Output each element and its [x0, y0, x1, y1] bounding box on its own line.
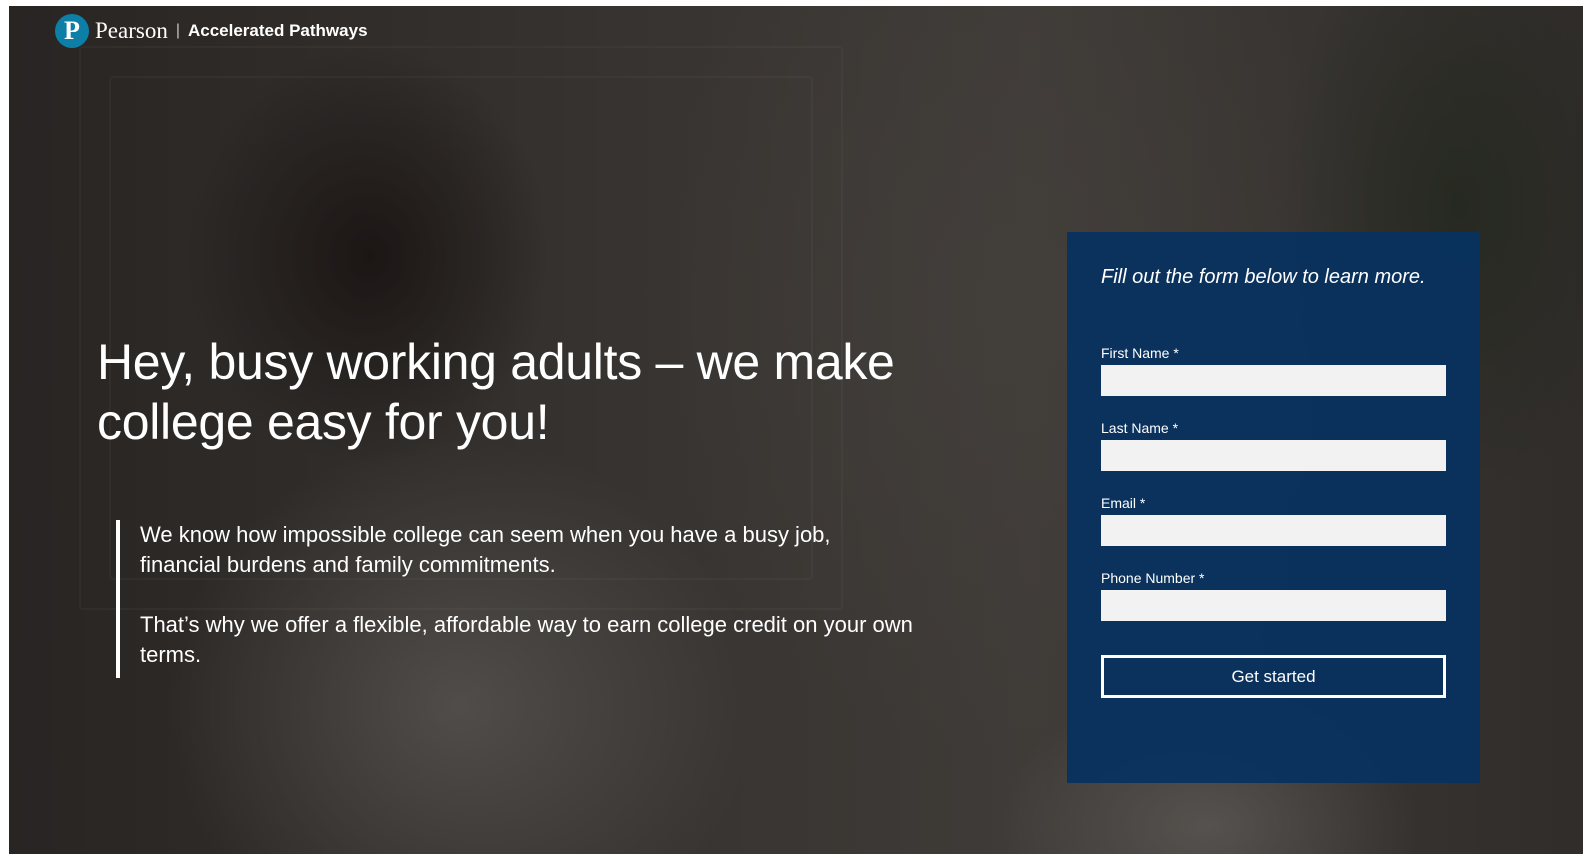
lead-form-panel: Fill out the form below to learn more. F…	[1067, 232, 1480, 783]
landing-page: P Pearson | Accelerated Pathways Hey, bu…	[9, 6, 1583, 854]
phone-label: Phone Number *	[1101, 570, 1205, 586]
get-started-button[interactable]: Get started	[1101, 655, 1446, 698]
pearson-p-icon: P	[55, 14, 89, 48]
hero-paragraph-1: We know how impossible college can seem …	[140, 522, 831, 577]
brand-separator: |	[175, 22, 180, 39]
hero-paragraph-2: That’s why we offer a flexible, affordab…	[140, 612, 913, 667]
phone-field-group: Phone Number *	[1101, 570, 1446, 621]
last-name-label: Last Name *	[1101, 420, 1179, 436]
brand-name: Pearson	[95, 18, 168, 43]
first-name-input[interactable]	[1101, 365, 1446, 396]
phone-input[interactable]	[1101, 590, 1446, 621]
hero-intro-block: We know how impossible college can seem …	[116, 520, 916, 678]
email-label: Email *	[1101, 495, 1146, 511]
email-field-group: Email *	[1101, 495, 1446, 546]
email-input[interactable]	[1101, 515, 1446, 546]
form-title: Fill out the form below to learn more.	[1101, 266, 1426, 288]
last-name-input[interactable]	[1101, 440, 1446, 471]
last-name-field-group: Last Name *	[1101, 420, 1446, 471]
product-name: Accelerated Pathways	[187, 21, 368, 40]
pearson-logo[interactable]: P Pearson | Accelerated Pathways	[55, 13, 368, 49]
first-name-field-group: First Name *	[1101, 345, 1446, 396]
hero-headline: Hey, busy working adults – we make colle…	[97, 334, 895, 450]
first-name-label: First Name *	[1101, 345, 1179, 361]
